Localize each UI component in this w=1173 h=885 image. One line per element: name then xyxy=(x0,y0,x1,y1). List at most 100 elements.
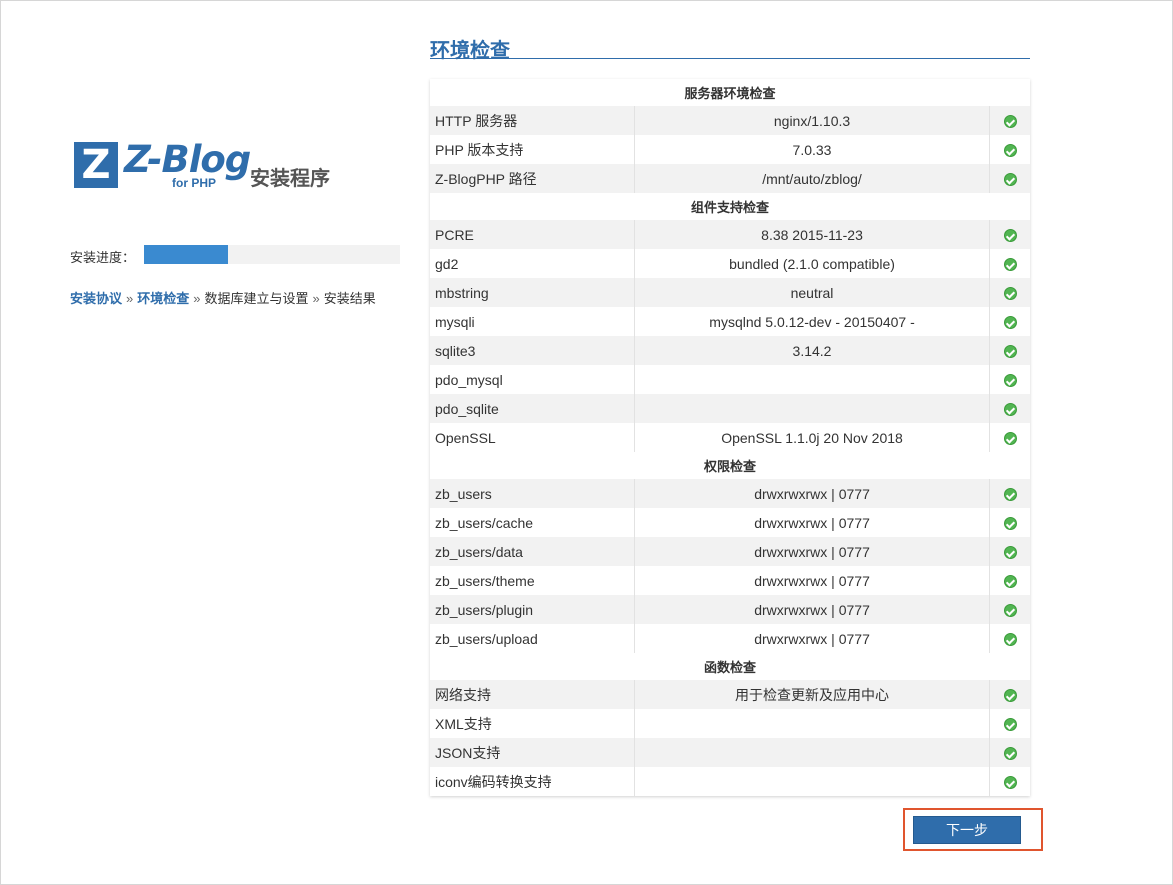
table-row: PCRE 8.38 2015-11-23 xyxy=(430,220,1030,249)
table-row: sqlite3 3.14.2 xyxy=(430,336,1030,365)
check-item-status xyxy=(989,537,1030,566)
check-item-status xyxy=(989,135,1030,164)
check-item-value: nginx/1.10.3 xyxy=(634,106,991,135)
check-item-status xyxy=(989,595,1030,624)
check-item-name: gd2 xyxy=(430,249,635,278)
section-title: 函数检查 xyxy=(430,653,1030,680)
check-item-status xyxy=(989,709,1030,738)
check-item-value: drwxrwxrwx | 0777 xyxy=(634,595,991,624)
section-header-row: 权限检查 xyxy=(430,452,1030,479)
table-row: pdo_sqlite xyxy=(430,394,1030,423)
logo-subtitle: for PHP xyxy=(172,176,217,190)
table-row: pdo_mysql xyxy=(430,365,1030,394)
check-item-value: OpenSSL 1.1.0j 20 Nov 2018 xyxy=(634,423,991,452)
environment-check-table: 服务器环境检查 HTTP 服务器 nginx/1.10.3 PHP 版本支持 7.0.3… xyxy=(430,79,1030,796)
check-item-name: mysqli xyxy=(430,307,635,336)
check-item-value: neutral xyxy=(634,278,991,307)
check-circle-icon xyxy=(1003,432,1017,446)
check-item-name: Z-BlogPHP 路径 xyxy=(430,164,635,193)
section-header-row: 组件支持检查 xyxy=(430,193,1030,220)
check-item-status xyxy=(989,394,1030,423)
check-item-name: zb_users/theme xyxy=(430,566,635,595)
check-item-value xyxy=(634,738,991,767)
section-title: 权限检查 xyxy=(430,452,1030,479)
step-breadcrumb: 安装协议» 环境检查» 数据库建立与设置» 安装结果 xyxy=(70,288,376,307)
check-item-status xyxy=(989,479,1030,508)
table-row: zb_users/upload drwxrwxrwx | 0777 xyxy=(430,624,1030,653)
check-item-value: mysqlnd 5.0.12-dev - 20150407 - xyxy=(634,307,991,336)
table-row: Z-BlogPHP 路径/mnt/auto/zblog/ xyxy=(430,164,1030,193)
check-item-name: sqlite3 xyxy=(430,336,635,365)
check-item-name: zb_users/plugin xyxy=(430,595,635,624)
check-item-status xyxy=(989,365,1030,394)
check-item-name: PCRE xyxy=(430,220,635,249)
check-item-value: drwxrwxrwx | 0777 xyxy=(634,537,991,566)
check-item-value: bundled (2.1.0 compatible) xyxy=(634,249,991,278)
check-circle-icon xyxy=(1003,287,1017,301)
check-item-status xyxy=(989,738,1030,767)
check-item-value: drwxrwxrwx | 0777 xyxy=(634,566,991,595)
logo-wordmark: Z-Blog xyxy=(124,138,251,181)
check-item-value xyxy=(634,394,991,423)
table-row: mbstring neutral xyxy=(430,278,1030,307)
logo-mark: Z xyxy=(74,142,118,188)
breadcrumb-separator: » xyxy=(193,291,201,306)
check-item-status xyxy=(989,336,1030,365)
check-circle-icon xyxy=(1003,488,1017,502)
check-item-name: pdo_mysql xyxy=(430,365,635,394)
breadcrumb-step: 安装协议 xyxy=(70,291,123,306)
table-row: JSON支持 xyxy=(430,738,1030,767)
table-row: HTTP 服务器 nginx/1.10.3 xyxy=(430,106,1030,135)
check-item-status xyxy=(989,164,1030,193)
check-item-name: OpenSSL xyxy=(430,423,635,452)
check-item-status xyxy=(989,278,1030,307)
breadcrumb-separator: » xyxy=(312,291,320,306)
table-row: XML支持 xyxy=(430,709,1030,738)
check-circle-icon xyxy=(1003,633,1017,647)
table-row: 网络支持 用于检查更新及应用中心 xyxy=(430,680,1030,709)
check-item-value: /mnt/auto/zblog/ xyxy=(634,164,991,193)
check-item-value: 8.38 2015-11-23 xyxy=(634,220,991,249)
check-circle-icon xyxy=(1003,115,1017,129)
check-circle-icon xyxy=(1003,575,1017,589)
table-row: PHP 版本支持 7.0.33 xyxy=(430,135,1030,164)
title-divider xyxy=(430,58,1030,59)
check-circle-icon xyxy=(1003,316,1017,330)
check-item-value: drwxrwxrwx | 0777 xyxy=(634,624,991,653)
breadcrumb-separator: » xyxy=(126,291,134,306)
breadcrumb-step: 安装结果 xyxy=(323,291,376,306)
check-circle-icon xyxy=(1003,144,1017,158)
check-item-status xyxy=(989,767,1030,796)
table-row: zb_users/data drwxrwxrwx | 0777 xyxy=(430,537,1030,566)
check-item-status xyxy=(989,220,1030,249)
check-item-name: 网络支持 xyxy=(430,680,635,709)
check-item-value: 7.0.33 xyxy=(634,135,991,164)
check-item-name: zb_users/cache xyxy=(430,508,635,537)
check-circle-icon xyxy=(1003,604,1017,618)
table-row: iconv编码转换支持 xyxy=(430,767,1030,796)
check-item-value: drwxrwxrwx | 0777 xyxy=(634,508,991,537)
check-item-status xyxy=(989,307,1030,336)
check-circle-icon xyxy=(1003,374,1017,388)
progress-label: 安装进度： xyxy=(70,250,136,265)
table-row: zb_users drwxrwxrwx | 0777 xyxy=(430,479,1030,508)
progress-bar xyxy=(144,245,400,264)
section-title: 服务器环境检查 xyxy=(430,79,1030,106)
check-circle-icon xyxy=(1003,546,1017,560)
progress-bar-fill xyxy=(144,245,229,264)
check-item-name: JSON支持 xyxy=(430,738,635,767)
check-item-name: zb_users/upload xyxy=(430,624,635,653)
check-item-status xyxy=(989,106,1030,135)
section-title: 组件支持检查 xyxy=(430,193,1030,220)
check-item-name: PHP 版本支持 xyxy=(430,135,635,164)
check-item-name: zb_users xyxy=(430,479,635,508)
check-item-status xyxy=(989,249,1030,278)
check-item-value: 3.14.2 xyxy=(634,336,991,365)
table-row: zb_users/plugin drwxrwxrwx | 0777 xyxy=(430,595,1030,624)
next-step-button[interactable]: 下一步 xyxy=(913,816,1021,844)
check-circle-icon xyxy=(1003,173,1017,187)
section-header-row: 函数检查 xyxy=(430,653,1030,680)
check-circle-icon xyxy=(1003,403,1017,417)
check-circle-icon xyxy=(1003,718,1017,732)
check-item-name: iconv编码转换支持 xyxy=(430,767,635,796)
